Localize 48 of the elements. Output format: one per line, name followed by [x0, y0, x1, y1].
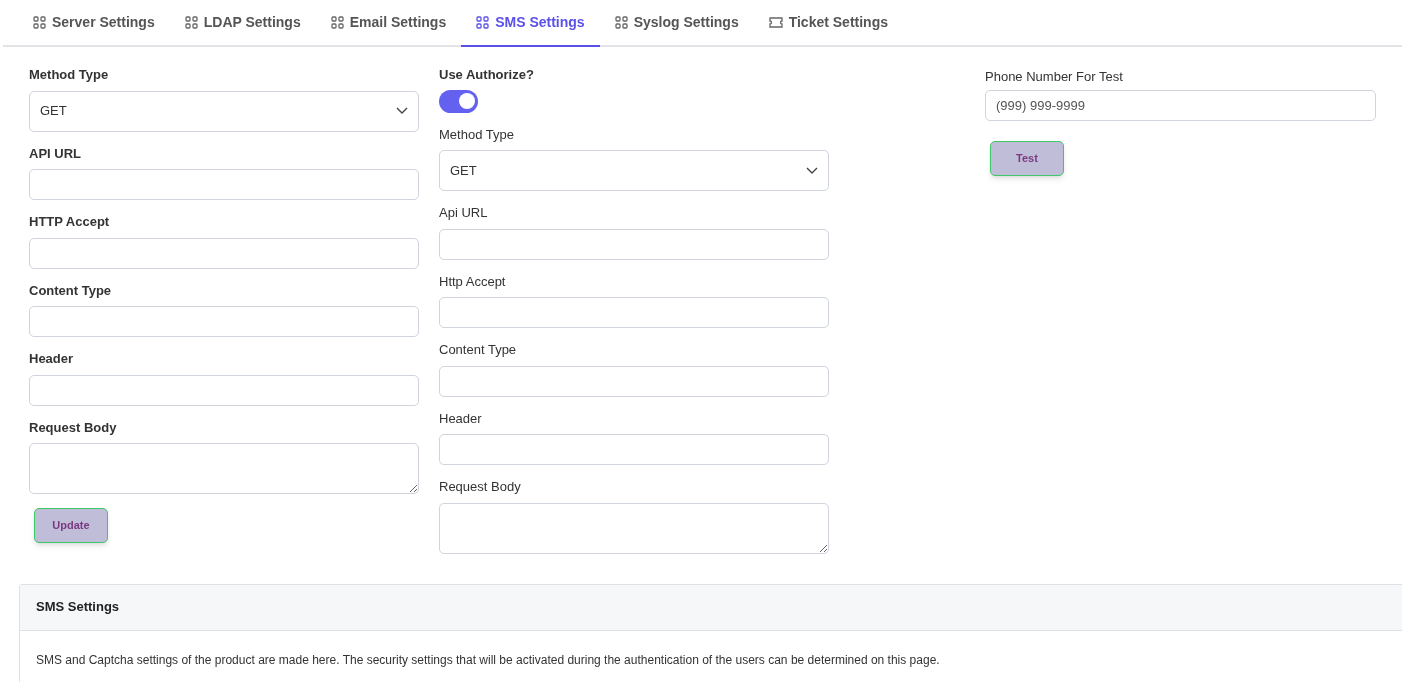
update-button[interactable]: Update: [34, 508, 108, 543]
toggle-label: Use Authorize?: [439, 66, 535, 84]
card-description: SMS and Captcha settings of the product are made here. The security settings that will be activated during the authentication of the users can be determined on this page.: [36, 651, 941, 669]
card-title: SMS Settings: [36, 598, 120, 617]
text-input[interactable]: [29, 374, 419, 406]
field-label: Header: [29, 350, 75, 368]
select-value: GET: [450, 161, 477, 180]
text-input[interactable]: [439, 297, 829, 328]
method-select[interactable]: GET: [29, 90, 419, 132]
ticket-icon: [768, 17, 783, 28]
method-select[interactable]: GET: [439, 150, 829, 191]
phone-input[interactable]: (999) 999-9999: [985, 89, 1376, 121]
settings-tab[interactable]: LDAP Settings: [169, 0, 316, 47]
field-label: Method Type: [439, 125, 515, 144]
text-area[interactable]: [439, 502, 829, 554]
settings-tab[interactable]: Syslog Settings: [599, 0, 754, 47]
text-input[interactable]: [29, 306, 419, 337]
text-input[interactable]: [29, 237, 419, 269]
grid-icon: [33, 16, 46, 29]
select-value: GET: [40, 102, 67, 121]
grid-icon: [476, 16, 490, 29]
text-input[interactable]: [439, 365, 829, 397]
field-label: API URL: [29, 144, 82, 163]
chevron-down-icon: [396, 107, 408, 115]
text-input[interactable]: [29, 169, 419, 200]
field-label: HTTP Accept: [29, 213, 111, 231]
grid-icon: [184, 16, 198, 29]
settings-tab[interactable]: SMS Settings: [461, 0, 600, 47]
field-label: Header: [439, 409, 483, 428]
text-input[interactable]: [439, 228, 829, 260]
field-label: Content Type: [439, 341, 518, 359]
field-label: Request Body: [29, 418, 118, 437]
text-area[interactable]: [29, 443, 419, 494]
grid-icon: [614, 16, 628, 29]
grid-icon: [330, 16, 344, 29]
field-label: Http Accept: [439, 272, 507, 291]
field-label: Request Body: [439, 478, 522, 496]
toggle-switch[interactable]: [439, 89, 478, 113]
field-label: Method Type: [29, 66, 110, 84]
chevron-down-icon: [806, 166, 818, 175]
settings-tab[interactable]: Email Settings: [315, 0, 462, 47]
settings-tab[interactable]: Ticket Settings: [753, 0, 903, 47]
text-input[interactable]: [439, 434, 829, 465]
field-label: Content Type: [29, 281, 113, 300]
test-button[interactable]: Test: [990, 140, 1064, 176]
field-label: Phone Number For Test: [985, 68, 1124, 86]
settings-tab[interactable]: Server Settings: [18, 0, 170, 47]
field-label: Api URL: [439, 204, 489, 222]
